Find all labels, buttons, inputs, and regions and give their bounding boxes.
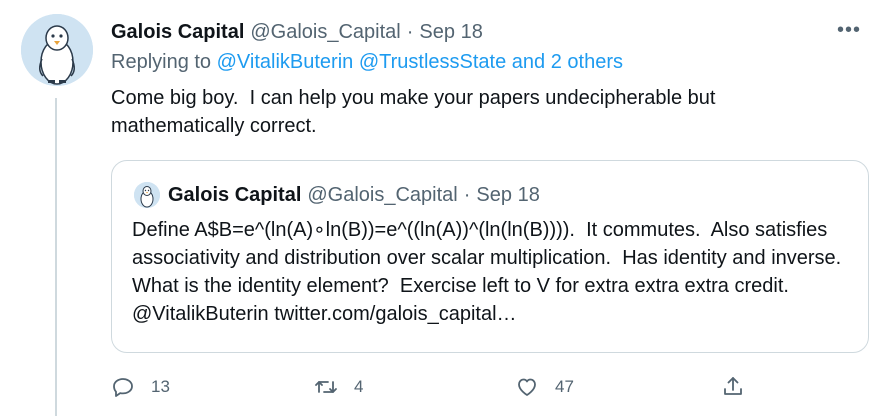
author-name[interactable]: Galois Capital — [111, 21, 244, 44]
penguin-avatar-icon — [21, 14, 93, 86]
tweet-actions: 13 4 47 — [111, 370, 751, 404]
quote-author-handle: @Galois_Capital — [307, 183, 458, 206]
quote-author-name: Galois Capital — [168, 183, 302, 206]
replying-to: Replying to @VitalikButerin @TrustlessSt… — [111, 51, 623, 74]
replying-mentions[interactable]: @VitalikButerin @TrustlessState and 2 ot… — [217, 51, 623, 73]
more-icon[interactable]: ••• — [837, 17, 861, 43]
author-handle[interactable]: @Galois_Capital — [250, 21, 400, 44]
avatar[interactable] — [21, 14, 93, 86]
reply-icon — [113, 378, 133, 397]
penguin-avatar-icon — [134, 182, 160, 208]
retweet-count: 4 — [354, 377, 364, 396]
quote-text: Define A$B=e^(ln(A)∘ln(B))=e^((ln(A))^(l… — [132, 219, 853, 325]
reply-button[interactable]: 13 — [111, 370, 170, 404]
retweet-button[interactable]: 4 — [314, 370, 363, 404]
tweet-text: Come big boy. I can help you make your p… — [111, 87, 722, 137]
tweet-header: Galois Capital @Galois_Capital · Sep 18 … — [111, 17, 861, 47]
quote-separator: · — [463, 183, 471, 206]
quote-date: Sep 18 — [476, 183, 540, 206]
replying-prefix: Replying to — [111, 51, 212, 73]
like-button[interactable]: 47 — [515, 370, 574, 404]
heart-icon — [518, 378, 536, 396]
retweet-icon — [315, 381, 337, 393]
thread-line — [55, 98, 57, 416]
header-separator: · — [406, 20, 414, 43]
share-icon — [724, 377, 742, 395]
reply-count: 13 — [151, 377, 170, 396]
share-button[interactable] — [721, 370, 745, 404]
quote-header: Galois Capital @Galois_Capital · Sep 18 — [168, 181, 540, 209]
tweet-date[interactable]: Sep 18 — [419, 21, 482, 44]
quote-avatar[interactable] — [134, 182, 160, 208]
quote-tweet[interactable]: Galois Capital @Galois_Capital · Sep 18 … — [111, 160, 869, 353]
like-count: 47 — [555, 377, 574, 396]
